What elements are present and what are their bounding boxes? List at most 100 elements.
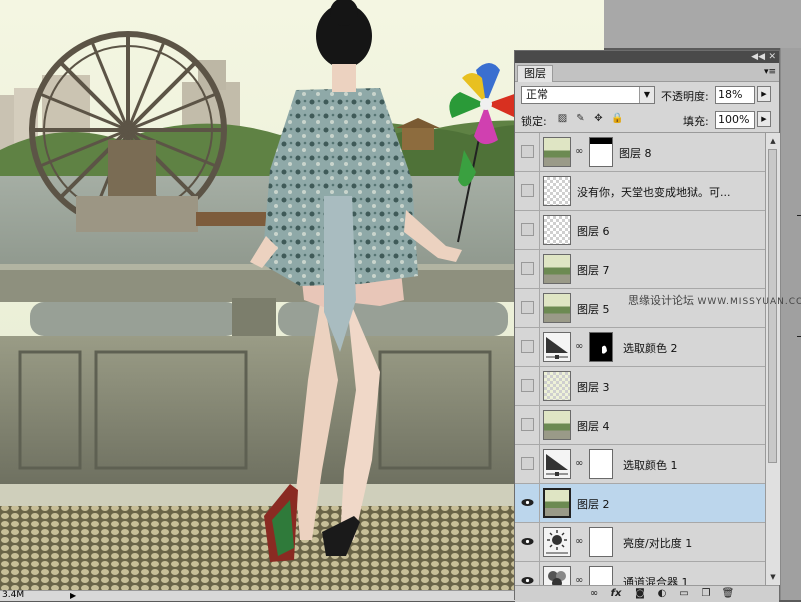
layer-row[interactable]: ∞ 选取颜色 1 <box>515 445 765 484</box>
watermark: 思缘设计论坛 WWW.MISSYUAN.COM <box>628 292 801 308</box>
eye-icon[interactable] <box>521 535 534 548</box>
fill-input[interactable]: 100% <box>715 111 755 129</box>
divider <box>539 211 540 250</box>
divider <box>539 484 540 523</box>
eye-icon[interactable] <box>521 496 534 509</box>
layer-row[interactable]: ∞ 亮度/对比度 1 <box>515 523 765 562</box>
tab-layers[interactable]: 图层 <box>517 65 553 82</box>
divider <box>539 328 540 367</box>
layer-name: 选取颜色 1 <box>623 457 678 473</box>
panel-bottom-toolbar: ∞ fx ◙ ◐ ▭ ❐ 🗑 <box>515 585 779 602</box>
divider <box>539 367 540 406</box>
layer-row[interactable]: 图层 7 <box>515 250 765 289</box>
divider <box>539 406 540 445</box>
visibility-toggle[interactable] <box>521 262 534 275</box>
link-chain-icon: ∞ <box>575 146 583 157</box>
add-mask-icon[interactable]: ◙ <box>633 587 647 600</box>
close-icon[interactable]: ✕ <box>768 51 776 63</box>
opacity-slider-button[interactable]: ▶ <box>757 86 771 102</box>
divider <box>539 523 540 562</box>
visibility-toggle[interactable] <box>521 145 534 158</box>
chevron-down-icon[interactable]: ▼ <box>639 87 654 103</box>
layer-row[interactable]: 图层 4 <box>515 406 765 445</box>
visibility-toggle[interactable] <box>521 223 534 236</box>
visibility-toggle[interactable] <box>521 457 534 470</box>
dock-strip <box>780 48 801 600</box>
collapse-icon[interactable]: ◀◀ <box>751 51 765 63</box>
layer-row[interactable]: ∞ 图层 8 <box>515 133 765 172</box>
visibility-toggle[interactable] <box>521 301 534 314</box>
layers-panel: ◀◀ ✕ 图层 ▾≡ 正常 ▼ 不透明度: 18% ▶ 锁定: ▨ ✎ ✥ 🔒 … <box>514 50 780 600</box>
new-layer-icon[interactable]: ❐ <box>699 587 713 600</box>
visibility-toggle[interactable] <box>521 418 534 431</box>
watermark-url: WWW.MISSYUAN.COM <box>698 297 801 307</box>
new-adjustment-layer-icon[interactable]: ◐ <box>655 587 669 600</box>
blend-mode-select[interactable]: 正常 ▼ <box>521 86 655 104</box>
channel-mixer-icon <box>543 566 571 585</box>
layer-name: 通道混合器 1 <box>623 574 689 585</box>
link-layers-icon[interactable]: ∞ <box>587 587 601 600</box>
layer-name: 没有你，天堂也变成地狱。可... <box>577 184 731 200</box>
watermark-cn: 思缘设计论坛 <box>628 294 694 307</box>
tick-mark <box>797 336 801 337</box>
layers-scrollbar[interactable]: ▲ ▼ <box>765 133 780 585</box>
visibility-toggle[interactable] <box>521 184 534 197</box>
eye-icon[interactable] <box>521 574 534 585</box>
lock-label: 锁定: <box>521 113 547 129</box>
layer-mask-thumbnail[interactable] <box>589 137 613 167</box>
scroll-up-icon[interactable]: ▲ <box>766 135 780 147</box>
lock-transparent-icon[interactable]: ▨ <box>557 113 568 124</box>
tick-mark <box>797 215 801 216</box>
lock-all-icon[interactable]: 🔒 <box>611 113 622 124</box>
layer-thumbnail <box>543 254 571 284</box>
divider <box>539 562 540 585</box>
layer-mask-thumbnail[interactable] <box>589 566 613 585</box>
lock-fill-row: 锁定: ▨ ✎ ✥ 🔒 填充: 100% ▶ <box>515 106 779 133</box>
layer-row[interactable]: 图层 6 <box>515 211 765 250</box>
panel-menu-icon[interactable]: ▾≡ <box>763 66 777 78</box>
new-group-folder-icon[interactable]: ▭ <box>677 587 691 600</box>
selective-color-adjustment-icon <box>543 449 571 479</box>
opacity-label: 不透明度: <box>661 88 709 104</box>
layer-thumbnail <box>543 176 571 206</box>
divider <box>539 445 540 484</box>
layer-thumbnail <box>543 293 571 323</box>
blend-mode-value: 正常 <box>526 88 548 101</box>
layer-row[interactable]: 图层 3 <box>515 367 765 406</box>
layer-row[interactable]: ∞ 通道混合器 1 <box>515 562 765 585</box>
visibility-toggle[interactable] <box>521 379 534 392</box>
layer-row[interactable]: ∞ 选取颜色 2 <box>515 328 765 367</box>
visibility-toggle[interactable] <box>521 340 534 353</box>
layer-mask-thumbnail[interactable] <box>589 332 613 362</box>
link-chain-icon: ∞ <box>575 536 583 547</box>
divider <box>539 172 540 211</box>
lock-image-brush-icon[interactable]: ✎ <box>575 113 586 124</box>
divider <box>539 289 540 328</box>
layer-name: 亮度/对比度 1 <box>623 535 692 551</box>
canvas-background <box>604 0 801 48</box>
divider <box>539 133 540 172</box>
layer-name: 图层 4 <box>577 418 610 434</box>
layer-thumbnail <box>543 137 571 167</box>
divider <box>539 250 540 289</box>
link-chain-icon: ∞ <box>575 575 583 585</box>
layer-name: 图层 2 <box>577 496 610 512</box>
fill-slider-button[interactable]: ▶ <box>757 111 771 127</box>
layer-name: 图层 3 <box>577 379 610 395</box>
lock-position-move-icon[interactable]: ✥ <box>593 113 604 124</box>
panel-titlebar[interactable]: ◀◀ ✕ <box>515 51 779 63</box>
layer-thumbnail <box>543 215 571 245</box>
layer-thumbnail <box>543 371 571 401</box>
scroll-down-icon[interactable]: ▼ <box>766 571 780 583</box>
layer-row[interactable]: 没有你，天堂也变成地狱。可... <box>515 172 765 211</box>
layer-mask-thumbnail[interactable] <box>589 449 613 479</box>
link-chain-icon: ∞ <box>575 341 583 352</box>
layer-row[interactable]: 图层 2 <box>515 484 765 523</box>
panel-tabs: 图层 ▾≡ <box>515 63 779 82</box>
opacity-input[interactable]: 18% <box>715 86 755 104</box>
layer-style-fx-icon[interactable]: fx <box>609 587 623 600</box>
blend-opacity-row: 正常 ▼ 不透明度: 18% ▶ <box>515 82 779 106</box>
layer-name: 图层 8 <box>619 145 652 161</box>
layer-mask-thumbnail[interactable] <box>589 527 613 557</box>
delete-layer-trash-icon[interactable]: 🗑 <box>721 587 735 600</box>
